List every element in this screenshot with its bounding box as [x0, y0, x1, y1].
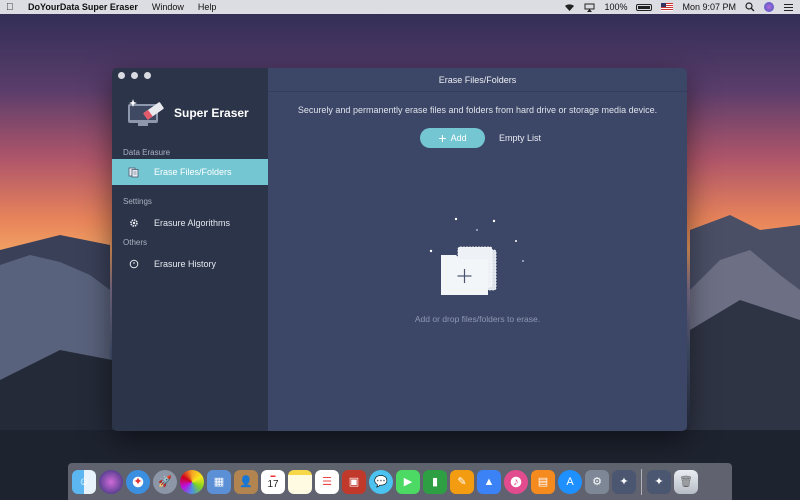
- sidebar-item-label: Erase Files/Folders: [154, 167, 232, 177]
- notification-center-icon[interactable]: [783, 3, 794, 12]
- dock-separator: [641, 468, 642, 495]
- window-controls: [118, 72, 151, 79]
- messages-icon[interactable]: 💬: [369, 469, 393, 494]
- apple-icon[interactable]: : [6, 2, 18, 13]
- calendar-icon[interactable]: ▬ 17: [261, 469, 285, 494]
- super-eraser-icon-2[interactable]: ✦: [647, 469, 671, 494]
- zoom-window-button[interactable]: [144, 72, 151, 79]
- add-button-label: Add: [450, 133, 467, 143]
- keynote-icon[interactable]: ▲: [477, 469, 501, 494]
- reminders-icon[interactable]: ☰: [315, 469, 339, 494]
- input-source-flag-icon[interactable]: [661, 3, 674, 11]
- trash-icon[interactable]: 🗑: [674, 469, 698, 494]
- gear-icon: [128, 217, 140, 229]
- spotlight-search-icon[interactable]: [745, 2, 755, 12]
- sidebar-item-label: Erasure Algorithms: [154, 218, 231, 228]
- plus-icon: +: [438, 130, 447, 146]
- safari-icon[interactable]: ✦: [126, 469, 150, 494]
- menu-window[interactable]: Window: [152, 2, 184, 12]
- brand-name: Super Eraser: [174, 106, 249, 120]
- drop-hint: Add or drop files/folders to erase.: [414, 314, 541, 324]
- files-icon: [128, 166, 140, 178]
- section-label-settings: Settings: [123, 197, 152, 206]
- section-label-others: Others: [123, 238, 148, 247]
- preview-icon[interactable]: ▦: [207, 469, 231, 494]
- menubar-clock[interactable]: Mon 9:07 PM: [682, 2, 736, 12]
- app-store-icon[interactable]: A: [558, 469, 582, 494]
- section-label-data-erasure: Data Erasure: [123, 148, 171, 157]
- battery-percent: 100%: [604, 2, 628, 12]
- itunes-icon[interactable]: ♪: [504, 469, 528, 494]
- siri-menubar-icon[interactable]: [764, 2, 774, 12]
- minimize-window-button[interactable]: [131, 72, 138, 79]
- calendar-day: 17: [267, 479, 279, 490]
- photo-booth-icon[interactable]: ▣: [342, 469, 366, 494]
- menubar-status-area: 100% Mon 9:07 PM: [564, 2, 794, 12]
- notes-icon[interactable]: [288, 469, 312, 494]
- photos-icon[interactable]: [180, 469, 204, 494]
- super-eraser-icon[interactable]: ✦: [612, 469, 636, 494]
- drop-zone-folder-icon[interactable]: [428, 213, 528, 303]
- ibooks-icon[interactable]: ▤: [531, 469, 555, 494]
- sidebar-item-erase-files-folders[interactable]: Erase Files/Folders: [112, 159, 268, 185]
- app-window: Super Eraser Data Erasure Erase Files/Fo…: [112, 68, 687, 431]
- finder-icon[interactable]: ☺: [72, 469, 96, 494]
- wifi-icon[interactable]: [564, 3, 575, 12]
- dock: ☺ ✦ 🚀 ▦ 👤 ▬ 17 ☰ ▣ 💬 ▶ ▮ ✎ ▲ ♪ ▤ A ⚙ ✦ ✦ …: [68, 463, 732, 500]
- facetime-icon[interactable]: ▶: [396, 469, 420, 494]
- empty-list-button[interactable]: Empty List: [498, 128, 542, 148]
- super-eraser-logo-icon: [128, 99, 164, 126]
- menubar-app-name[interactable]: DoYourData Super Eraser: [28, 2, 138, 12]
- system-preferences-icon[interactable]: ⚙: [585, 469, 609, 494]
- add-button[interactable]: + Add: [420, 128, 485, 148]
- contacts-icon[interactable]: 👤: [234, 469, 258, 494]
- sidebar: Super Eraser Data Erasure Erase Files/Fo…: [112, 68, 268, 431]
- menu-help[interactable]: Help: [198, 2, 217, 12]
- siri-icon[interactable]: [99, 469, 123, 494]
- page-title: Erase Files/Folders: [268, 68, 687, 92]
- close-window-button[interactable]: [118, 72, 125, 79]
- launchpad-icon[interactable]: 🚀: [153, 469, 177, 494]
- menubar:  DoYourData Super Eraser Window Help 10…: [0, 0, 800, 14]
- sidebar-item-label: Erasure History: [154, 259, 217, 269]
- numbers-icon[interactable]: ▮: [423, 469, 447, 494]
- main-panel: Erase Files/Folders Securely and permane…: [268, 68, 687, 431]
- page-subtitle: Securely and permanently erase files and…: [297, 105, 658, 115]
- pages-icon[interactable]: ✎: [450, 469, 474, 494]
- brand: Super Eraser: [126, 98, 249, 128]
- history-icon: [128, 258, 140, 270]
- battery-icon[interactable]: [636, 3, 653, 11]
- sidebar-item-erasure-algorithms[interactable]: Erasure Algorithms: [112, 210, 268, 236]
- sidebar-item-erasure-history[interactable]: Erasure History: [112, 251, 268, 277]
- airplay-icon[interactable]: [584, 3, 595, 12]
